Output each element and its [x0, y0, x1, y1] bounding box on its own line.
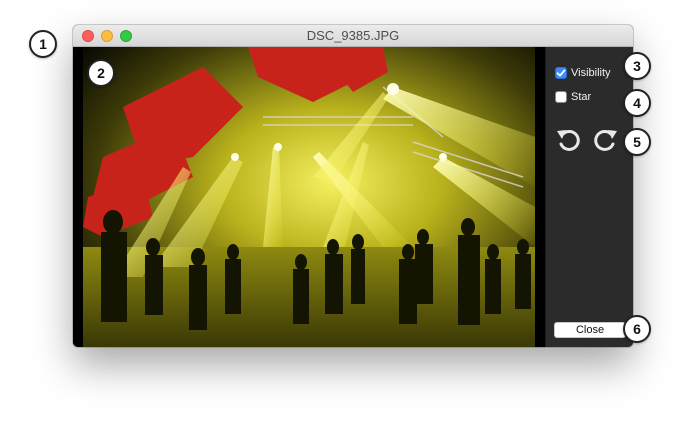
image-viewer-window: DSC_9385.JPG Visibility Star Close — [73, 25, 633, 347]
title-bar[interactable]: DSC_9385.JPG — [73, 25, 633, 47]
close-button[interactable]: Close — [554, 322, 626, 338]
callout-6: 6 — [623, 315, 651, 343]
image-pane[interactable] — [73, 47, 545, 347]
rotate-left-icon — [557, 129, 580, 151]
callout-3: 3 — [623, 52, 651, 80]
rotate-right-icon — [594, 129, 617, 151]
star-label: Star — [571, 91, 592, 103]
window-title: DSC_9385.JPG — [306, 28, 400, 43]
concert-photo — [83, 47, 535, 347]
visibility-toggle[interactable]: Visibility — [555, 67, 611, 79]
rotate-left-button[interactable] — [554, 125, 584, 155]
callout-1: 1 — [29, 30, 57, 58]
rotate-right-button[interactable] — [590, 125, 620, 155]
callout-5: 5 — [623, 128, 651, 156]
star-checkbox[interactable] — [555, 91, 567, 103]
callout-2: 2 — [87, 59, 115, 87]
screenshot-stage: DSC_9385.JPG Visibility Star Close 1 2 3… — [0, 0, 689, 421]
checkmark-icon — [556, 69, 566, 77]
callout-4: 4 — [623, 89, 651, 117]
star-toggle[interactable]: Star — [555, 91, 591, 103]
visibility-label: Visibility — [571, 67, 611, 79]
side-panel: Visibility Star Close — [545, 47, 633, 347]
visibility-checkbox[interactable] — [555, 67, 567, 79]
